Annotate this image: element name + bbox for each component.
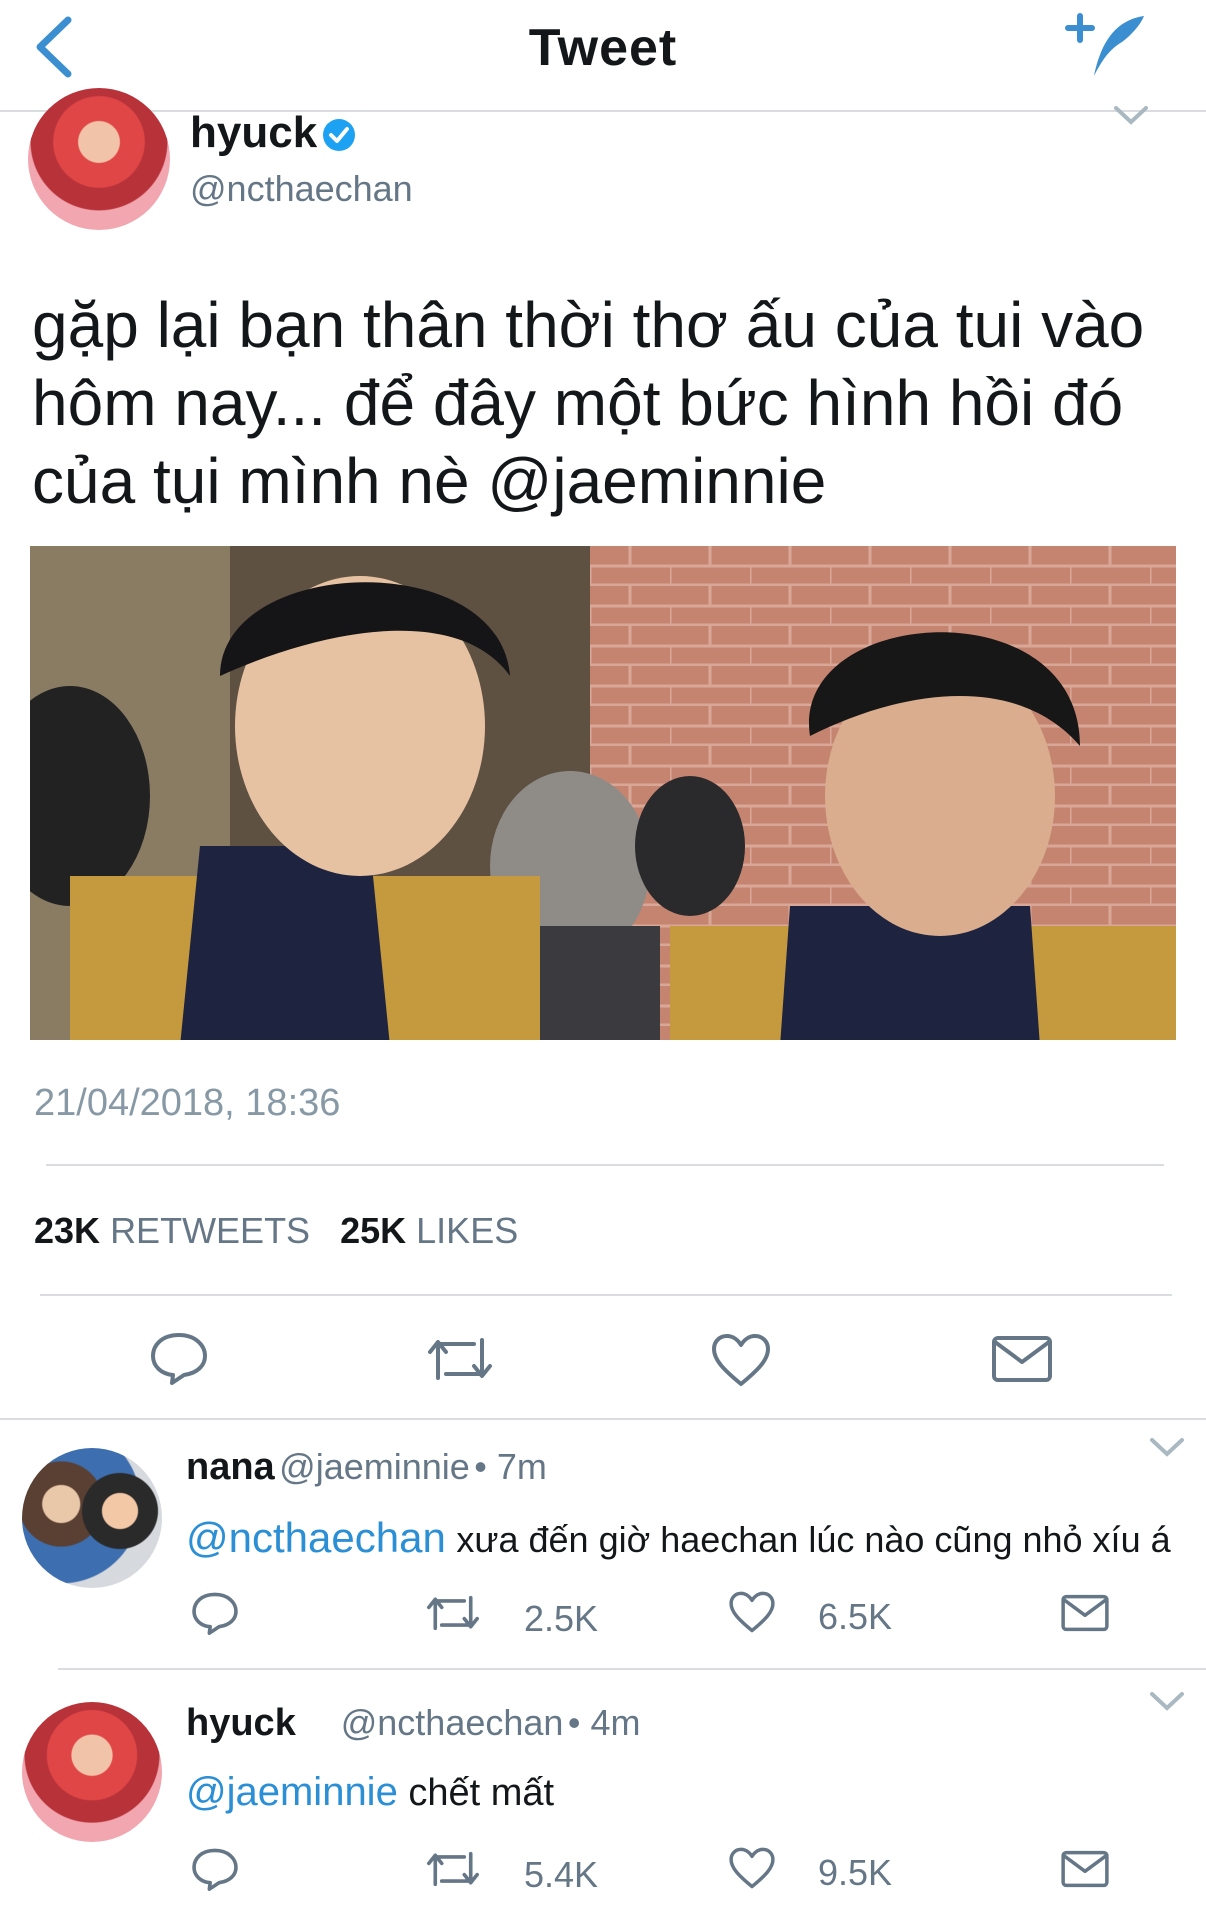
likes-count[interactable]: 25K — [340, 1210, 406, 1251]
tweet-photo[interactable] — [30, 546, 1176, 1040]
reply-author-handle[interactable]: @jaeminnie — [279, 1446, 470, 1487]
avatar[interactable] — [22, 1702, 162, 1842]
reply-header: nana @jaeminnie • 7m — [186, 1446, 547, 1489]
like-icon[interactable] — [728, 1846, 776, 1890]
reply-mention[interactable]: @jaeminnie — [186, 1770, 398, 1814]
reply-author-handle[interactable]: @ncthaechan — [341, 1702, 564, 1743]
tweet-timestamp: 21/04/2018, 18:36 — [34, 1082, 341, 1124]
direct-message-icon[interactable] — [1060, 1848, 1110, 1890]
reply-text: @jaeminnie chết mất — [186, 1770, 554, 1815]
retweet-count: 5.4K — [524, 1854, 599, 1895]
avatar[interactable] — [28, 88, 170, 230]
divider — [58, 1668, 1206, 1670]
tweet-text-line: gặp lại bạn thân thời thơ ấu của tui vào — [32, 289, 1145, 361]
like-icon[interactable] — [710, 1332, 772, 1388]
reply-icon[interactable] — [190, 1590, 240, 1636]
tweet-text: gặp lại bạn thân thời thơ ấu của tui vào… — [32, 286, 1182, 520]
reply-mention[interactable]: @ncthaechan — [186, 1514, 446, 1561]
divider — [46, 1164, 1164, 1166]
like-count: 9.5K — [818, 1852, 893, 1893]
nav-bar: Tweet — [0, 0, 1206, 112]
likes-label[interactable]: LIKES — [416, 1210, 518, 1251]
reply-time: • 7m — [474, 1446, 547, 1487]
direct-message-icon[interactable] — [990, 1334, 1054, 1384]
reply-icon[interactable] — [148, 1330, 210, 1386]
reply-body: xưa đến giờ haechan lúc nào cũng nhỏ xíu… — [456, 1519, 1171, 1560]
like-count: 6.5K — [818, 1596, 893, 1637]
divider — [40, 1294, 1172, 1296]
reply-icon[interactable] — [190, 1846, 240, 1892]
reply-author-name[interactable]: hyuck — [186, 1702, 296, 1744]
retweet-count: 2.5K — [524, 1598, 599, 1639]
tweet-text-line: của tụi mình nè @jaeminnie — [32, 445, 827, 517]
page-title: Tweet — [528, 19, 678, 77]
divider — [0, 1418, 1206, 1420]
reply-header: hyuck @ncthaechan • 4m — [186, 1702, 641, 1745]
reply-author-name[interactable]: nana — [186, 1446, 275, 1488]
retweets-label[interactable]: RETWEETS — [110, 1210, 310, 1251]
author-name[interactable]: hyuck — [190, 108, 317, 158]
chevron-down-icon[interactable] — [1112, 104, 1150, 126]
chevron-down-icon[interactable] — [1148, 1690, 1186, 1712]
retweet-icon[interactable] — [424, 1592, 482, 1634]
verified-badge-icon — [322, 118, 356, 152]
reply-time: • 4m — [567, 1702, 641, 1743]
retweet-icon[interactable] — [424, 1848, 482, 1890]
retweets-count[interactable]: 23K — [34, 1210, 100, 1251]
direct-message-icon[interactable] — [1060, 1592, 1110, 1634]
like-icon[interactable] — [728, 1590, 776, 1634]
compose-tweet-icon[interactable] — [1060, 8, 1150, 84]
author-handle[interactable]: @ncthaechan — [190, 168, 413, 210]
retweet-icon[interactable] — [424, 1334, 496, 1384]
engagement-stats: 23K RETWEETS 25K LIKES — [34, 1210, 518, 1252]
avatar[interactable] — [22, 1448, 162, 1588]
reply-body: chết mất — [408, 1772, 555, 1814]
chevron-down-icon[interactable] — [1148, 1436, 1186, 1458]
tweet-text-line: hôm nay... để đây một bức hình hồi đó — [32, 367, 1124, 439]
reply-text: @ncthaechan xưa đến giờ haechan lúc nào … — [186, 1514, 1171, 1562]
